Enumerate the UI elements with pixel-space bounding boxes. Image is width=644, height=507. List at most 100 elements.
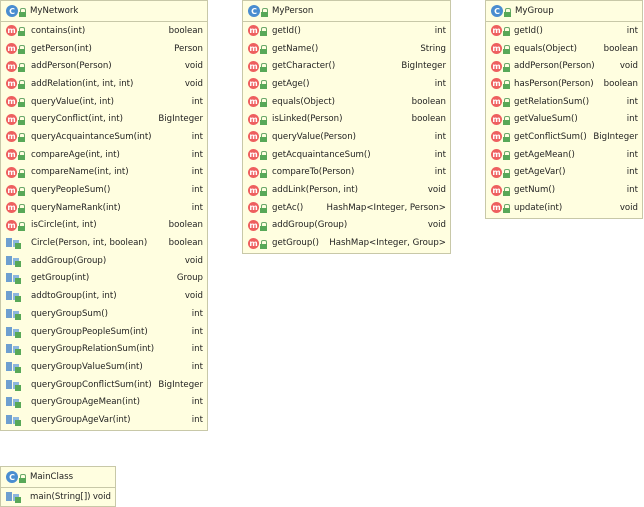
method-row[interactable]: m queryPeopleSum() int (1, 181, 207, 199)
method-row[interactable]: m getName() String (243, 40, 450, 58)
method-row[interactable]: m queryValue(int, int) int (1, 93, 207, 111)
method-row[interactable]: m equals(Object) boolean (486, 40, 642, 58)
method-signature: equals(Object) (272, 96, 336, 107)
method-icon: m (6, 131, 25, 143)
method-row[interactable]: Circle(Person, int, boolean) boolean (1, 234, 207, 252)
return-type: int (626, 167, 638, 178)
method-row[interactable]: queryGroupAgeVar(int) int (1, 411, 207, 429)
method-row[interactable]: m compareName(int, int) int (1, 164, 207, 182)
method-signature: equals(Object) (514, 43, 578, 54)
method-row[interactable]: m queryNameRank(int) int (1, 199, 207, 217)
method-row[interactable]: m getPerson(int) Person (1, 40, 207, 58)
return-type: void (184, 255, 203, 266)
return-type: HashMap<Integer, Group> (329, 238, 446, 249)
method-icon: m (491, 166, 510, 178)
method-row[interactable]: main(String[]) void (1, 488, 115, 506)
method-icon: m (491, 43, 510, 55)
method-row[interactable]: m getId() int (486, 22, 642, 40)
method-signature: Circle(Person, int, boolean) (31, 238, 148, 249)
method-row[interactable]: queryGroupConflictSum(int) BigInteger (1, 376, 207, 394)
method-signature: getCharacter() (272, 61, 336, 72)
method-icon: m (6, 25, 25, 37)
method-icon: m (248, 96, 267, 108)
method-row[interactable]: m getAgeMean() int (486, 146, 642, 164)
method-signature: getId() (514, 25, 543, 36)
method-row[interactable]: m getConflictSum() BigInteger (486, 128, 642, 146)
public-lock-icon (503, 80, 510, 90)
method-icon: m (491, 60, 510, 72)
return-type: int (434, 78, 446, 89)
method-row[interactable]: m addPerson(Person) void (486, 57, 642, 75)
method-icon: m (248, 131, 267, 143)
return-type: int (191, 96, 203, 107)
method-row[interactable]: m getRelationSum() int (486, 93, 642, 111)
class-header[interactable]: C MainClass (1, 467, 115, 488)
method-row[interactable]: queryGroupSum() int (1, 305, 207, 323)
return-type: int (191, 361, 203, 372)
method-row[interactable]: m contains(int) boolean (1, 22, 207, 40)
method-row[interactable]: m update(int) void (486, 199, 642, 217)
class-box-mygroup[interactable]: C MyGroup m getId() int m equals(Object) boolea… (485, 0, 643, 219)
method-row[interactable]: m queryAcquaintanceSum(int) int (1, 128, 207, 146)
class-box-mynetwork[interactable]: C MyNetwork m contains(int) boolean m getPerso… (0, 0, 208, 431)
method-row[interactable]: m getGroup() HashMap<Integer, Group> (243, 234, 450, 252)
method-row[interactable]: m addGroup(Group) void (243, 217, 450, 235)
method-row[interactable]: m getAcquaintanceSum() int (243, 146, 450, 164)
method-icon: m (6, 96, 25, 108)
method-signature: addGroup(Group) (272, 220, 348, 231)
method-signature: queryNameRank(int) (31, 202, 121, 213)
method-row[interactable]: queryGroupPeopleSum(int) int (1, 323, 207, 341)
class-header[interactable]: C MyPerson (243, 1, 450, 22)
method-row[interactable]: m isLinked(Person) boolean (243, 110, 450, 128)
return-type: int (626, 96, 638, 107)
return-type: BigInteger (158, 379, 203, 390)
method-row[interactable]: m addLink(Person, int) void (243, 181, 450, 199)
method-row[interactable]: addtoGroup(int, int) void (1, 287, 207, 305)
method-row[interactable]: queryGroupValueSum(int) int (1, 358, 207, 376)
class-box-myperson[interactable]: C MyPerson m getId() int m getName() String m get… (242, 0, 451, 254)
method-signature: queryGroupPeopleSum(int) (31, 326, 148, 337)
method-row[interactable]: m getId() int (243, 22, 450, 40)
method-row[interactable]: m compareAge(int, int) int (1, 146, 207, 164)
method-row[interactable]: addGroup(Group) void (1, 252, 207, 270)
public-lock-icon (18, 204, 25, 214)
public-lock-icon (19, 473, 26, 483)
class-name: MyGroup (515, 6, 554, 16)
method-row[interactable]: queryGroupAgeMean(int) int (1, 393, 207, 411)
return-type: int (434, 25, 446, 36)
method-row[interactable]: m getAc() HashMap<Integer, Person> (243, 199, 450, 217)
method-row[interactable]: m getCharacter() BigInteger (243, 57, 450, 75)
method-icon: m (248, 25, 267, 37)
method-row[interactable]: getGroup(int) Group (1, 270, 207, 288)
method-row[interactable]: m addRelation(int, int, int) void (1, 75, 207, 93)
method-row[interactable]: m isCircle(int, int) boolean (1, 217, 207, 235)
method-row[interactable]: m getAgeVar() int (486, 164, 642, 182)
class-box-mainclass[interactable]: C MainClass main(String[]) void (0, 466, 116, 507)
method-icon: m (248, 184, 267, 196)
method-row[interactable]: m queryValue(Person) int (243, 128, 450, 146)
return-type: BigInteger (593, 131, 638, 142)
method-signature: compareName(int, int) (31, 167, 129, 178)
return-type: String (420, 43, 446, 54)
method-signature: compareAge(int, int) (31, 149, 120, 160)
return-type: int (191, 397, 203, 408)
method-signature: getRelationSum() (514, 96, 590, 107)
method-row[interactable]: m compareTo(Person) int (243, 164, 450, 182)
method-row[interactable]: m getNum() int (486, 181, 642, 199)
class-header[interactable]: C MyNetwork (1, 1, 207, 22)
public-lock-icon (18, 115, 25, 125)
method-row[interactable]: m addPerson(Person) void (1, 57, 207, 75)
method-icon: m (491, 96, 510, 108)
method-row[interactable]: m queryConflict(int, int) BigInteger (1, 110, 207, 128)
method-row[interactable]: m equals(Object) boolean (243, 93, 450, 111)
class-name: MainClass (30, 472, 74, 482)
return-type: int (191, 326, 203, 337)
method-row[interactable]: m hasPerson(Person) boolean (486, 75, 642, 93)
method-row[interactable]: m getValueSum() int (486, 110, 642, 128)
return-type: boolean (168, 220, 203, 231)
class-header[interactable]: C MyGroup (486, 1, 642, 22)
return-type: int (626, 114, 638, 125)
method-row[interactable]: m getAge() int (243, 75, 450, 93)
method-row[interactable]: queryGroupRelationSum(int) int (1, 340, 207, 358)
method-signature: queryGroupRelationSum(int) (31, 344, 155, 355)
